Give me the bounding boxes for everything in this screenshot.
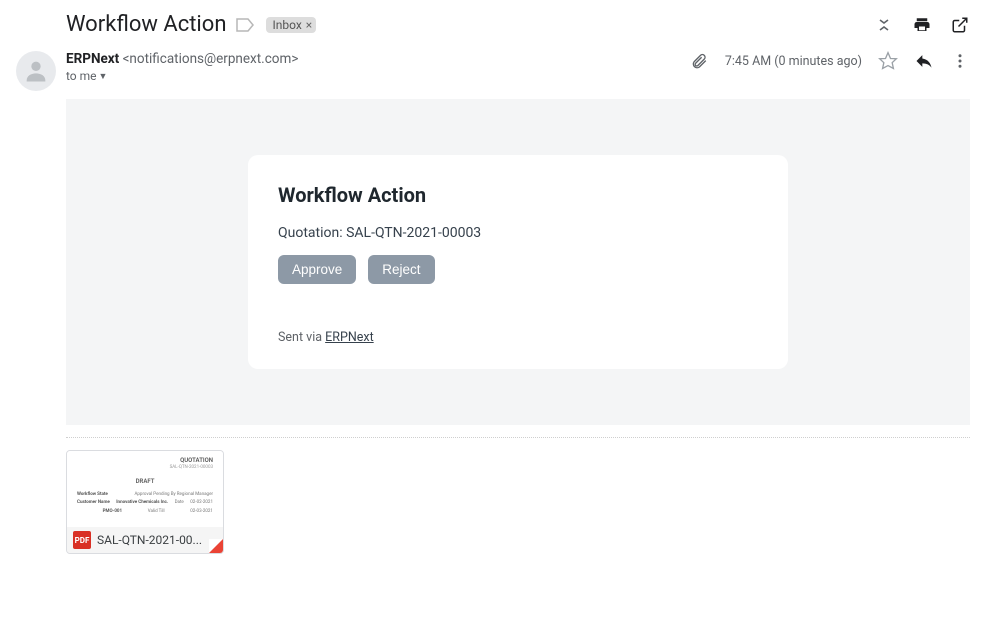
more-icon[interactable] xyxy=(950,51,970,71)
sender-email: <notifications@erpnext.com> xyxy=(123,51,299,67)
remove-label-icon[interactable]: × xyxy=(306,18,312,32)
attachment-divider xyxy=(66,437,970,438)
pdf-icon: PDF xyxy=(73,531,91,549)
to-line[interactable]: to me ▼ xyxy=(66,69,689,83)
workflow-card: Workflow Action Quotation: SAL-QTN-2021-… xyxy=(248,155,788,369)
inbox-label-chip[interactable]: Inbox × xyxy=(266,17,316,33)
collapse-all-icon[interactable] xyxy=(874,15,894,35)
approve-button[interactable]: Approve xyxy=(278,255,356,284)
attachment-preview: QUOTATION SAL-QTN-2021-00003 DRAFT Workf… xyxy=(67,451,223,527)
email-body: Workflow Action Quotation: SAL-QTN-2021-… xyxy=(66,99,970,425)
print-icon[interactable] xyxy=(912,15,932,35)
show-details-icon[interactable]: ▼ xyxy=(99,71,108,82)
attachment-filename: SAL-QTN-2021-00... xyxy=(97,533,217,547)
sender-name: ERPNext xyxy=(66,51,119,67)
document-reference: Quotation: SAL-QTN-2021-00003 xyxy=(278,225,758,241)
erpnext-link[interactable]: ERPNext xyxy=(325,330,374,345)
sent-via: Sent via ERPNext xyxy=(278,330,758,345)
reject-button[interactable]: Reject xyxy=(368,255,434,284)
fold-corner-icon xyxy=(209,539,223,553)
reply-icon[interactable] xyxy=(914,51,934,71)
sender-row: ERPNext <notifications@erpnext.com> to m… xyxy=(16,47,970,99)
to-text: to me xyxy=(66,69,97,83)
attachment-card[interactable]: QUOTATION SAL-QTN-2021-00003 DRAFT Workf… xyxy=(66,450,224,554)
attachment-icon[interactable] xyxy=(689,51,709,71)
important-marker-icon[interactable] xyxy=(236,17,256,33)
timestamp: 7:45 AM (0 minutes ago) xyxy=(725,54,862,69)
email-subject: Workflow Action xyxy=(66,12,226,37)
open-new-window-icon[interactable] xyxy=(950,15,970,35)
star-icon[interactable] xyxy=(878,51,898,71)
card-title: Workflow Action xyxy=(278,183,758,207)
sender-avatar xyxy=(16,51,56,91)
email-header: Workflow Action Inbox × xyxy=(16,0,970,47)
inbox-label-text: Inbox xyxy=(272,18,301,32)
